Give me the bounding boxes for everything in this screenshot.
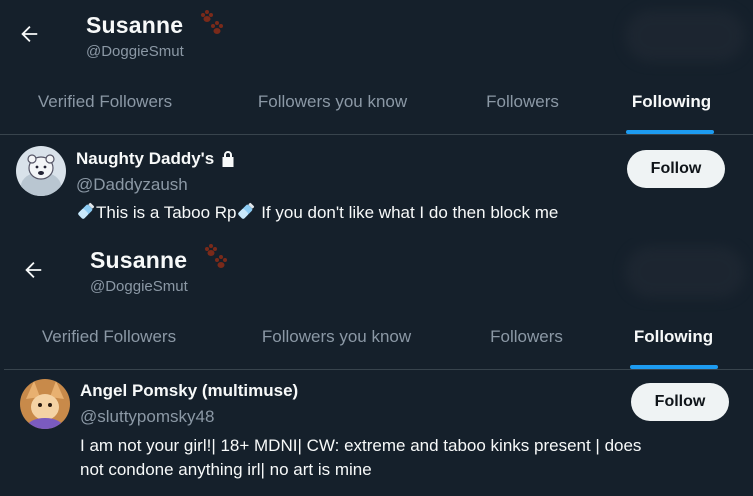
profile-handle: @DoggieSmut — [86, 43, 184, 60]
tab-followers-you-know[interactable]: Followers you know — [210, 70, 455, 134]
blurred-area — [625, 246, 745, 298]
back-button[interactable] — [17, 22, 41, 46]
user-row[interactable]: Naughty Daddy's @Daddyzaush This is a Ta… — [0, 135, 753, 238]
user-row[interactable]: Angel Pomsky (multimuse) @sluttypomsky48… — [4, 370, 753, 496]
user-bio-line: I am not your girl!| 18+ MDNI| CW: extre… — [80, 436, 642, 455]
tab-verified-followers[interactable]: Verified Followers — [0, 70, 210, 134]
follow-button[interactable]: Follow — [631, 383, 729, 421]
baby-bottle-icon — [238, 202, 255, 219]
tab-following[interactable]: Following — [594, 305, 753, 369]
profile-name: Susanne — [86, 12, 184, 38]
user-name[interactable]: Angel Pomsky (multimuse) — [80, 381, 298, 401]
back-button[interactable] — [21, 258, 45, 282]
arrow-left-icon — [21, 26, 38, 42]
follow-button[interactable]: Follow — [627, 150, 725, 188]
avatar[interactable] — [20, 379, 70, 429]
tab-bar: Verified Followers Followers you know Fo… — [4, 305, 753, 370]
lock-icon — [222, 151, 234, 167]
tab-followers[interactable]: Followers — [459, 305, 594, 369]
user-handle[interactable]: @Daddyzaush — [76, 175, 188, 195]
blurred-area — [625, 10, 745, 62]
baby-bottle-icon — [78, 202, 95, 219]
profile-panel-bottom: Susanne @DoggieSmut Verified Followers F… — [4, 238, 753, 496]
profile-name: Susanne — [90, 247, 188, 273]
arrow-left-icon — [25, 262, 42, 278]
tab-followers[interactable]: Followers — [455, 70, 590, 134]
avatar[interactable] — [16, 146, 66, 196]
user-bio: I am not your girl!| 18+ MDNI| CW: extre… — [80, 434, 740, 482]
paw-prints-icon — [201, 10, 223, 34]
user-name[interactable]: Naughty Daddy's — [76, 149, 236, 169]
tab-following[interactable]: Following — [590, 70, 753, 134]
user-bio: This is a Taboo Rp If you don't like wha… — [76, 201, 558, 225]
profile-panel-top: Susanne @DoggieSmut Verified Followers F… — [0, 0, 753, 238]
tab-verified-followers[interactable]: Verified Followers — [4, 305, 214, 369]
profile-handle: @DoggieSmut — [90, 278, 188, 295]
paw-prints-icon — [205, 244, 227, 268]
user-bio-line: not condone anything irl| no art is mine — [80, 460, 372, 479]
active-tab-indicator — [626, 130, 714, 134]
tab-bar: Verified Followers Followers you know Fo… — [0, 70, 753, 135]
user-handle[interactable]: @sluttypomsky48 — [80, 407, 214, 427]
active-tab-indicator — [630, 365, 718, 369]
tab-followers-you-know[interactable]: Followers you know — [214, 305, 459, 369]
